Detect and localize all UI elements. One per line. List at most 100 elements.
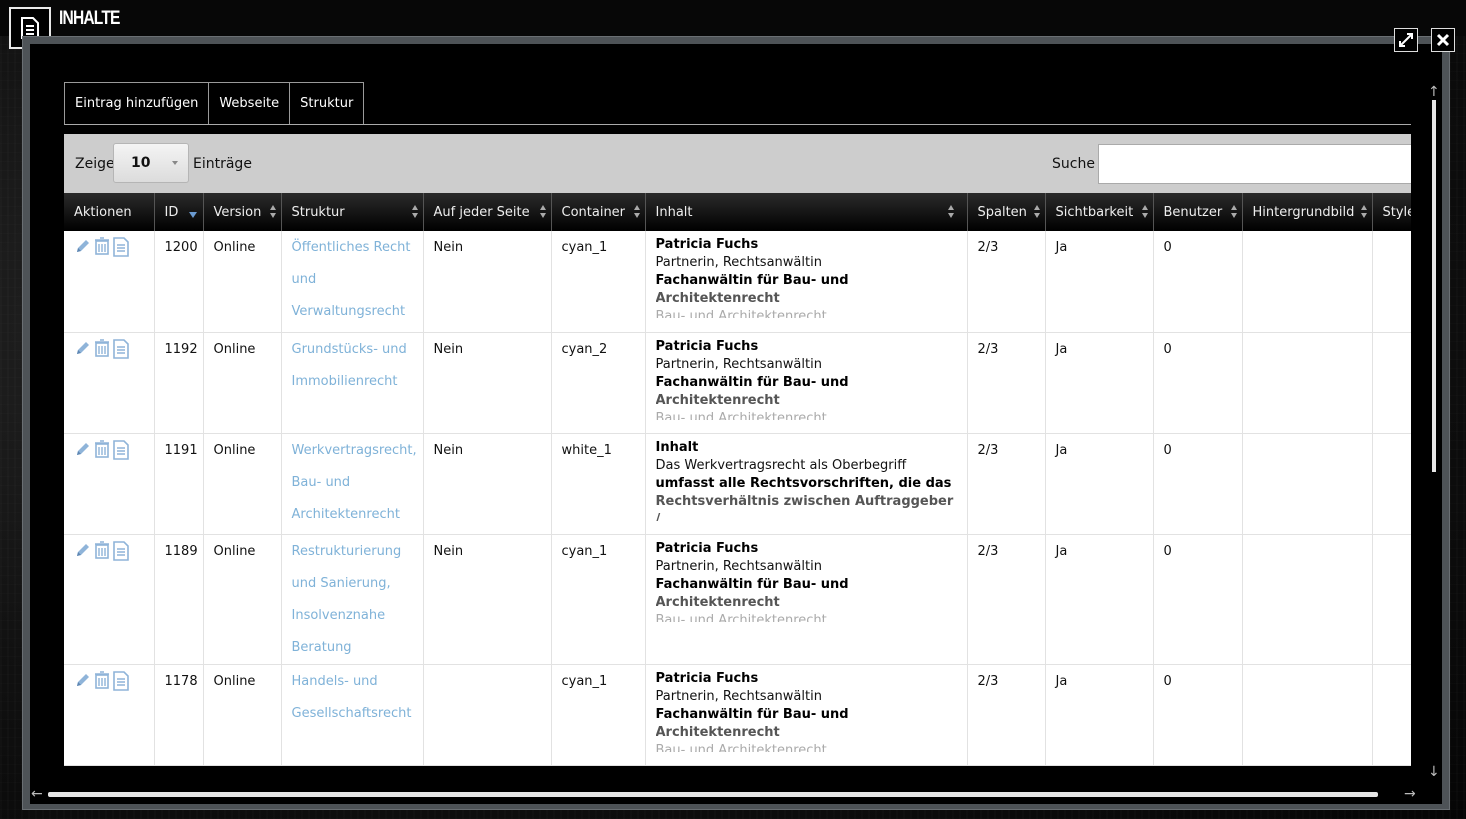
col-header-sichtbarkeit[interactable]: Sichtbarkeit [1045,193,1154,231]
table-row: 1200 Online Öffentliches Recht und Verwalt… [64,231,1411,333]
trash-icon[interactable] [94,670,110,695]
struktur-link[interactable]: Öffentliches Recht und Verwaltungsrecht [292,232,413,328]
edit-icon[interactable] [74,541,92,565]
row-actions [64,231,155,333]
cell-style [1372,664,1411,766]
struktur-link[interactable]: Grundstücks- und Immobilienrecht [292,334,413,398]
cell-struktur: Restrukturierung und Sanierung, Insolven… [281,534,424,665]
inhalt-title: Patricia Fuchs [655,670,759,686]
table-row: 1178 Online Handels- und Gesellschaftsrech… [64,664,1411,766]
scroll-down-icon[interactable]: ↓ [1428,764,1440,780]
sort-icon [539,205,547,219]
col-header-label: Style [1382,204,1412,220]
window-title: INHALTE [59,8,120,29]
sort-icon [1360,205,1368,219]
document-icon[interactable] [112,237,130,261]
cell-benutzer: 0 [1153,534,1243,665]
cell-hintergrundbild [1242,534,1373,665]
cell-sichtbarkeit: Ja [1045,433,1154,535]
cell-benutzer: 0 [1153,433,1243,535]
col-header-id[interactable]: ID [154,193,204,231]
row-actions [64,664,155,766]
vertical-scrollbar-thumb[interactable] [1432,100,1436,472]
inhalt-line: Bau- und Architektenrecht [655,612,827,622]
trash-icon[interactable] [94,540,110,565]
inhalt-line: Bau- und Architektenrecht [655,742,827,752]
document-icon[interactable] [112,670,130,695]
close-button[interactable] [1431,28,1455,52]
sort-icon [947,205,955,219]
trash-icon[interactable] [94,439,110,464]
cell-container: cyan_1 [551,534,646,665]
inhalt-line: Architektenrecht [655,724,780,740]
row-actions [64,534,155,665]
tab-add-entry[interactable]: Eintrag hinzufügen [64,82,210,124]
inhalt-line: Partnerin, Rechtsanwältin [655,356,822,372]
col-header-container[interactable]: Container [551,193,646,231]
document-icon[interactable] [112,540,130,565]
struktur-link[interactable]: Restrukturierung und Sanierung, Insolven… [292,536,413,664]
page-size-select[interactable]: 10 [113,143,189,183]
trash-icon[interactable] [94,237,110,261]
horizontal-scrollbar-thumb[interactable] [48,792,1378,797]
col-header-auf-jeder-seite[interactable]: Auf jeder Seite [423,193,552,231]
trash-icon[interactable] [94,338,110,363]
struktur-link[interactable]: Handels- und Gesellschaftsrecht [292,666,413,730]
search-input[interactable] [1098,144,1411,184]
entries-label: Einträge [193,156,252,172]
struktur-link[interactable]: Werkvertragsrecht, Bau- und Architektenr… [292,435,417,531]
inhalt-line: umfasst alle Rechtsvorschriften, die das [655,475,952,491]
inhalt-line: Bau- und Architektenrecht [655,410,827,420]
cell-struktur: Werkvertragsrecht, Bau- und Architektenr… [281,433,424,535]
col-header-struktur[interactable]: Struktur [281,193,424,231]
row-actions [64,433,155,535]
edit-icon[interactable] [74,339,92,363]
col-header-label: Sichtbarkeit [1055,204,1134,220]
cell-hintergrundbild [1242,332,1373,434]
col-header-spalten[interactable]: Spalten [967,193,1046,231]
table-toolbar: Zeige 10 Einträge Suche [64,134,1411,193]
cell-inhalt: Patricia Fuchs Partnerin, Rechtsanwältin F… [645,534,968,665]
cell-container: cyan_1 [551,231,646,333]
cell-inhalt: Patricia Fuchs Partnerin, Rechtsanwältin F… [645,231,968,333]
cell-hintergrundbild [1242,664,1373,766]
col-header-aktionen: Aktionen [64,193,155,231]
sort-desc-icon [188,212,197,218]
scroll-right-icon[interactable]: → [1404,786,1416,802]
sort-icon [411,205,419,219]
cell-sichtbarkeit: Ja [1045,664,1154,766]
page-size-value: 10 [131,155,151,171]
tab-structure[interactable]: Struktur [289,82,365,124]
cell-struktur: Öffentliches Recht und Verwaltungsrecht [281,231,424,333]
edit-icon[interactable] [74,237,92,261]
inhalt-title: Inhalt [655,439,699,455]
col-header-inhalt[interactable]: Inhalt [645,193,968,231]
document-icon[interactable] [112,338,130,363]
maximize-button[interactable] [1394,28,1418,52]
col-header-benutzer[interactable]: Benutzer [1153,193,1243,231]
edit-icon[interactable] [74,671,92,695]
col-header-style[interactable]: Style [1372,193,1411,231]
table-row: 1189 Online Restrukturierung und Sanierung… [64,534,1411,665]
tab-website[interactable]: Webseite [208,82,291,124]
cell-id: 1178 [154,664,204,766]
row-actions [64,332,155,434]
cell-version: Online [203,664,282,766]
cell-id: 1192 [154,332,204,434]
cell-auf-jeder-seite: Nein [423,534,552,665]
cell-sichtbarkeit: Ja [1045,231,1154,333]
col-header-version[interactable]: Version [203,193,282,231]
document-icon[interactable] [112,439,130,464]
scroll-left-icon[interactable]: ← [31,786,43,802]
inhalt-line: Fachanwältin für Bau- und [655,374,849,390]
col-header-label: Auf jeder Seite [433,204,530,220]
cell-spalten: 2/3 [967,231,1046,333]
cell-auf-jeder-seite [423,664,552,766]
edit-icon[interactable] [74,440,92,464]
table-row: 1191 Online Werkvertragsrecht, Bau- und Ar… [64,433,1411,535]
col-header-hintergrundbild[interactable]: Hintergrundbild [1242,193,1373,231]
scroll-up-icon[interactable]: ↑ [1428,84,1440,100]
cell-auf-jeder-seite: Nein [423,231,552,333]
inhalt-line: Partnerin, Rechtsanwältin [655,688,822,704]
col-header-label: Aktionen [74,204,132,220]
